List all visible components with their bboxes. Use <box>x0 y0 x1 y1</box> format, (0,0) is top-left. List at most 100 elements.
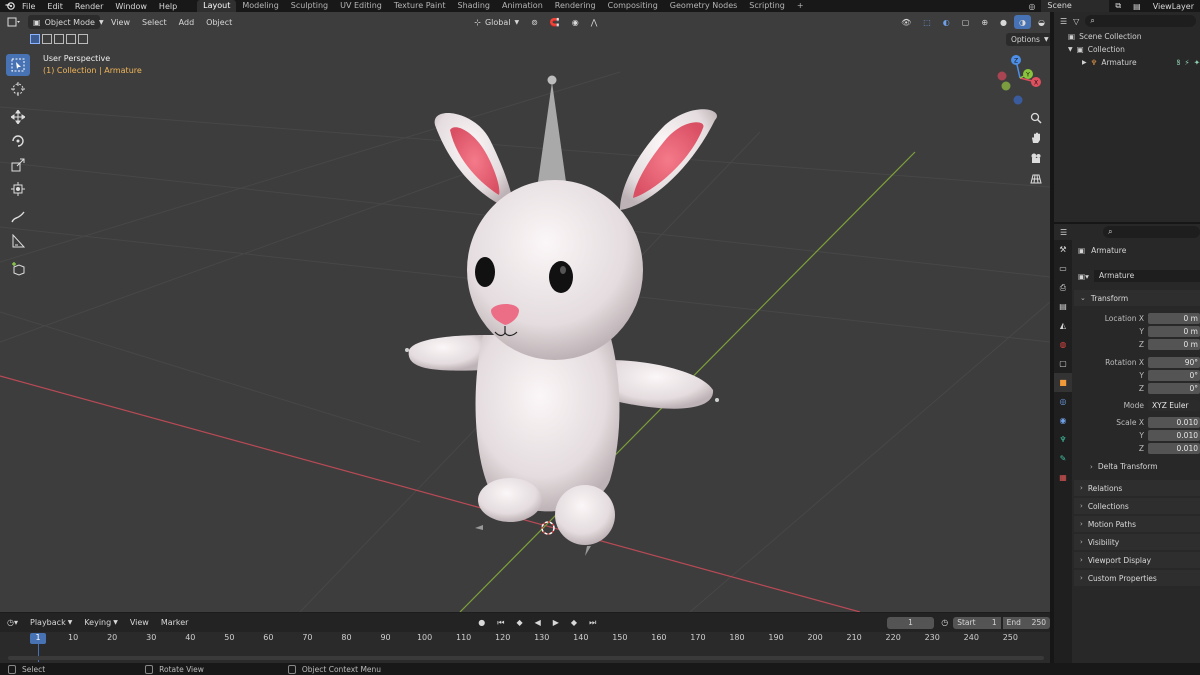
collections-section[interactable]: › Collections <box>1074 498 1200 514</box>
add-cube-tool[interactable] <box>6 258 30 280</box>
orientation-selector[interactable]: ⊹ Global ▼ <box>469 15 524 29</box>
tab-rendering[interactable]: Rendering <box>549 0 602 12</box>
properties-search-input[interactable]: ⌕ <box>1103 226 1200 238</box>
view-layer-tab-icon[interactable]: ▤ <box>1054 297 1072 316</box>
texture-tab-icon[interactable]: ▦ <box>1054 468 1072 487</box>
collection-tab-icon[interactable]: ▢ <box>1054 354 1072 373</box>
bone-tab-icon[interactable]: ✎ <box>1054 449 1072 468</box>
object-data-field[interactable]: Armature <box>1094 270 1200 282</box>
jump-start-icon[interactable]: ⏮ <box>492 616 509 630</box>
scene-tab-icon[interactable]: ◭ <box>1054 316 1072 335</box>
menu-object[interactable]: Object <box>201 15 237 29</box>
jump-end-icon[interactable]: ⏭ <box>584 616 601 630</box>
rotation-mode-select[interactable]: XYZ Euler <box>1148 399 1200 411</box>
menu-select[interactable]: Select <box>137 15 172 29</box>
falloff-icon[interactable]: ⋀ <box>586 15 603 29</box>
scene-icon[interactable]: ◎ <box>1022 2 1041 11</box>
outliner-collection[interactable]: ▼ ▣ Collection <box>1054 43 1200 56</box>
location-y-field[interactable]: 0 m <box>1148 325 1200 337</box>
shading-solid-icon[interactable]: ● <box>995 15 1012 29</box>
navigation-gizmo[interactable]: Z X Y <box>994 52 1046 108</box>
blender-logo-icon[interactable] <box>4 0 16 12</box>
tab-shading[interactable]: Shading <box>451 0 496 12</box>
viewport-display-section[interactable]: › Viewport Display <box>1074 552 1200 568</box>
select-intersect-icon[interactable] <box>78 34 88 44</box>
next-keyframe-icon[interactable]: ◆ <box>566 616 582 630</box>
visibility-section[interactable]: › Visibility <box>1074 534 1200 550</box>
rotation-z-field[interactable]: 0° <box>1148 382 1200 394</box>
xray-toggle-icon[interactable]: ▢ <box>957 15 975 29</box>
tab-sculpting[interactable]: Sculpting <box>285 0 334 12</box>
rotation-x-field[interactable]: 90° <box>1148 356 1200 368</box>
menu-add[interactable]: Add <box>174 15 200 29</box>
select-extend-icon[interactable] <box>42 34 52 44</box>
expand-icon[interactable]: ▼ <box>1068 46 1073 53</box>
current-frame-field[interactable]: 1 <box>886 616 935 629</box>
tab-modeling[interactable]: Modeling <box>236 0 284 12</box>
pan-hand-icon[interactable] <box>1028 130 1044 146</box>
outliner-editor-icon[interactable]: ☰ <box>1060 17 1067 26</box>
measure-tool[interactable] <box>6 230 30 252</box>
outliner-scene-collection[interactable]: ▣ Scene Collection <box>1054 30 1200 43</box>
timeline-scrollbar[interactable] <box>8 656 1044 660</box>
tab-layout[interactable]: Layout <box>197 0 237 12</box>
play-reverse-icon[interactable]: ◀ <box>530 616 546 630</box>
pin-scene-icon[interactable]: ⧉ <box>1109 1 1127 11</box>
ortho-grid-icon[interactable] <box>1028 170 1044 186</box>
menu-window[interactable]: Window <box>109 2 153 11</box>
rotate-tool[interactable] <box>6 130 30 152</box>
overlay-toggle-icon[interactable]: ◐ <box>938 15 955 29</box>
view-layer-selector[interactable]: ViewLayer <box>1147 2 1200 11</box>
object-data-tab-icon[interactable]: ♆ <box>1054 430 1072 449</box>
timeline-view-menu[interactable]: View <box>125 616 154 630</box>
playback-menu[interactable]: Playback ▼ <box>25 616 77 630</box>
transform-tool[interactable] <box>6 178 30 200</box>
motion-paths-section[interactable]: › Motion Paths <box>1074 516 1200 532</box>
zoom-icon[interactable] <box>1028 110 1044 126</box>
select-subtract-icon[interactable] <box>54 34 64 44</box>
visibility-icon[interactable]: 👁 <box>896 15 916 29</box>
scene-selector[interactable]: Scene <box>1041 0 1110 12</box>
timeline-editor-icon[interactable]: ◷▾ <box>2 616 23 630</box>
editor-type-button[interactable] <box>2 15 26 29</box>
tab-animation[interactable]: Animation <box>496 0 549 12</box>
shading-wireframe-icon[interactable]: ⊕ <box>976 15 993 29</box>
scale-tool[interactable] <box>6 154 30 176</box>
tab-scripting[interactable]: Scripting <box>743 0 791 12</box>
tab-uv-editing[interactable]: UV Editing <box>334 0 388 12</box>
location-x-field[interactable]: 0 m <box>1148 312 1200 324</box>
select-difference-icon[interactable] <box>66 34 76 44</box>
add-workspace-button[interactable]: + <box>791 0 810 12</box>
move-tool[interactable] <box>6 106 30 128</box>
object-tab-icon[interactable]: ■ <box>1054 373 1072 392</box>
outliner-armature[interactable]: ▶ ♆ Armature ꝸ ⚡ ✦ <box>1054 56 1200 69</box>
expand-icon[interactable]: ▶ <box>1082 59 1087 66</box>
end-frame-field[interactable]: End 250 <box>1002 616 1050 629</box>
tool-tab-icon[interactable]: ⚒ <box>1054 240 1072 259</box>
output-tab-icon[interactable]: ⎙ <box>1054 278 1072 297</box>
menu-help[interactable]: Help <box>153 2 183 11</box>
modifier-tab-icon[interactable]: ◎ <box>1054 392 1072 411</box>
select-new-icon[interactable] <box>30 34 40 44</box>
outliner-search-input[interactable]: ⌕ <box>1085 15 1196 27</box>
filter-icon[interactable]: ▽ <box>1073 17 1079 26</box>
gizmo-toggle-icon[interactable]: ⬚ <box>918 15 936 29</box>
keying-menu[interactable]: Keying ▼ <box>79 616 123 630</box>
tab-texture-paint[interactable]: Texture Paint <box>388 0 452 12</box>
tab-compositing[interactable]: Compositing <box>602 0 664 12</box>
play-icon[interactable]: ▶ <box>548 616 564 630</box>
location-z-field[interactable]: 0 m <box>1148 338 1200 350</box>
menu-edit[interactable]: Edit <box>41 2 69 11</box>
marker-menu[interactable]: Marker <box>156 616 194 630</box>
delta-transform-subpanel[interactable]: › Delta Transform <box>1090 462 1158 471</box>
relations-section[interactable]: › Relations <box>1074 480 1200 496</box>
proportional-edit-icon[interactable]: ◉ <box>567 15 584 29</box>
annotate-tool[interactable] <box>6 206 30 228</box>
object-data-selector[interactable]: ▣▾ Armature <box>1078 270 1200 282</box>
menu-render[interactable]: Render <box>69 2 109 11</box>
bunny-armature-model[interactable] <box>395 70 735 560</box>
options-dropdown[interactable]: Options ▼ <box>1006 33 1054 46</box>
scale-x-field[interactable]: 0.010 <box>1148 416 1200 428</box>
physics-tab-icon[interactable]: ◉ <box>1054 411 1072 430</box>
transform-section-header[interactable]: ⌄ Transform <box>1074 290 1200 306</box>
